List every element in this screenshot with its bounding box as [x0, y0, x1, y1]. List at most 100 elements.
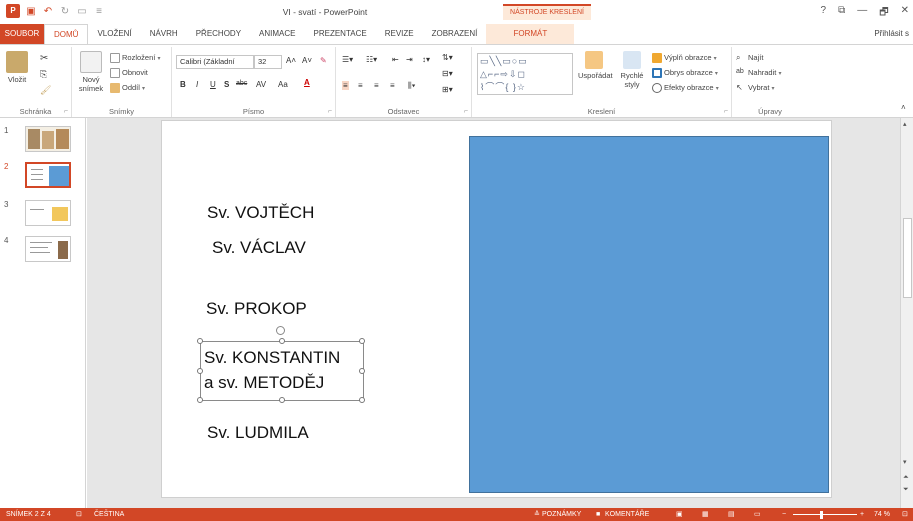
- decrease-indent-icon[interactable]: ⇤: [392, 55, 399, 64]
- zoom-level[interactable]: 74 %: [874, 508, 890, 521]
- reset-button[interactable]: Obnovit: [110, 68, 148, 79]
- drawing-launcher-icon[interactable]: ⌐: [724, 108, 728, 115]
- zoom-in-icon[interactable]: +: [860, 508, 864, 521]
- shape-outline-button[interactable]: Obrys obrazce ▾: [652, 68, 718, 79]
- align-left-icon[interactable]: ≡: [342, 81, 349, 90]
- quick-styles-button[interactable]: Rychlé styly: [618, 51, 646, 89]
- slide-sorter-icon[interactable]: ▦: [702, 508, 709, 521]
- comments-button[interactable]: KOMENTÁŘE: [605, 508, 649, 521]
- grow-font-icon[interactable]: A˄: [286, 56, 296, 65]
- slide-2[interactable]: Sv. VOJTĚCH Sv. VÁCLAV Sv. PROKOP Sv. KO…: [161, 120, 832, 498]
- tab-slideshow[interactable]: PREZENTACE: [305, 24, 376, 44]
- tab-home[interactable]: DOMŮ: [44, 24, 89, 44]
- font-launcher-icon[interactable]: ⌐: [328, 108, 332, 115]
- arrange-button[interactable]: Uspořádat: [578, 51, 613, 80]
- zoom-slider[interactable]: [793, 514, 857, 515]
- language-indicator[interactable]: ČEŠTINA: [94, 508, 124, 521]
- font-color-icon[interactable]: A: [304, 78, 310, 87]
- italic-button[interactable]: I: [196, 80, 198, 89]
- text-vojtech[interactable]: Sv. VOJTĚCH: [207, 203, 314, 223]
- shapes-gallery[interactable]: ▭╲╲▭○▭ △⌐⌐⇨⇩◻ ⌇⌒⌒{ }☆: [477, 53, 573, 95]
- justify-icon[interactable]: ≡: [390, 81, 395, 90]
- vertical-scrollbar[interactable]: ▴ ▾ ⏶ ⏷: [900, 118, 913, 508]
- blue-rectangle-shape[interactable]: [469, 136, 829, 493]
- line-spacing-icon[interactable]: ↕▾: [422, 55, 430, 64]
- next-slide-icon[interactable]: ⏷: [903, 486, 909, 494]
- scroll-thumb[interactable]: [903, 218, 912, 298]
- resize-handle[interactable]: [359, 368, 365, 374]
- paragraph-launcher-icon[interactable]: ⌐: [464, 108, 468, 115]
- spellcheck-icon[interactable]: ⊡: [76, 508, 82, 521]
- align-center-icon[interactable]: ≡: [358, 81, 363, 90]
- slide-thumbnail-4[interactable]: [25, 236, 71, 262]
- font-name-select[interactable]: Calibri (Základní: [176, 55, 254, 69]
- tab-view[interactable]: ZOBRAZENÍ: [423, 24, 487, 44]
- slide-thumbnail-3[interactable]: [25, 200, 71, 226]
- text-vaclav[interactable]: Sv. VÁCLAV: [212, 238, 306, 258]
- copy-icon[interactable]: ⎘: [40, 69, 47, 80]
- help-icon[interactable]: ?: [821, 5, 827, 22]
- format-painter-icon[interactable]: 🖌: [40, 85, 51, 96]
- text-prokop[interactable]: Sv. PROKOP: [206, 299, 307, 319]
- text-direction-icon[interactable]: ⇅▾: [442, 53, 453, 62]
- zoom-slider-knob[interactable]: [820, 511, 823, 519]
- resize-handle[interactable]: [359, 338, 365, 344]
- zoom-out-icon[interactable]: −: [782, 508, 786, 521]
- resize-handle[interactable]: [359, 397, 365, 403]
- clear-format-icon[interactable]: ✎: [320, 56, 327, 65]
- smartart-icon[interactable]: ⊞▾: [442, 85, 453, 94]
- resize-handle[interactable]: [279, 397, 285, 403]
- new-slide-button[interactable]: Nový snímek: [76, 51, 106, 93]
- align-text-icon[interactable]: ⊟▾: [442, 69, 453, 78]
- scroll-down-icon[interactable]: ▾: [903, 458, 907, 466]
- shape-fill-button[interactable]: Výplň obrazce ▾: [652, 53, 717, 64]
- resize-handle[interactable]: [197, 338, 203, 344]
- tab-design[interactable]: NÁVRH: [141, 24, 187, 44]
- fit-to-window-icon[interactable]: ⊡: [902, 508, 908, 521]
- paste-button[interactable]: Vložit: [6, 51, 28, 84]
- minimize-icon[interactable]: —: [857, 5, 867, 22]
- numbering-icon[interactable]: ☷▾: [366, 55, 377, 64]
- underline-button[interactable]: U: [210, 80, 216, 89]
- slide-thumbnail-2[interactable]: [25, 162, 71, 188]
- resize-handle[interactable]: [197, 397, 203, 403]
- resize-handle[interactable]: [197, 368, 203, 374]
- resize-handle[interactable]: [279, 338, 285, 344]
- section-button[interactable]: Oddíl ▾: [110, 83, 145, 94]
- strikethrough-button[interactable]: abc: [236, 80, 247, 87]
- slideshow-view-icon[interactable]: ▭: [754, 508, 761, 521]
- normal-view-icon[interactable]: ▣: [676, 508, 683, 521]
- char-spacing-button[interactable]: AV: [256, 80, 266, 89]
- layout-button[interactable]: Rozložení ▾: [110, 53, 160, 64]
- bullets-icon[interactable]: ☰▾: [342, 55, 353, 64]
- change-case-button[interactable]: Aa: [278, 80, 288, 89]
- bold-button[interactable]: B: [180, 80, 186, 89]
- select-button[interactable]: ↖ Vybrat ▾: [736, 83, 775, 93]
- sign-in-link[interactable]: Přihlásit s: [874, 24, 909, 44]
- tab-transitions[interactable]: PŘECHODY: [187, 24, 250, 44]
- tab-insert[interactable]: VLOŽENÍ: [88, 24, 140, 44]
- columns-icon[interactable]: ⫼▾: [408, 81, 416, 91]
- tab-animations[interactable]: ANIMACE: [250, 24, 304, 44]
- notes-button[interactable]: POZNÁMKY: [542, 508, 581, 521]
- restore-icon[interactable]: 🗗: [879, 5, 888, 22]
- clipboard-launcher-icon[interactable]: ⌐: [64, 108, 68, 115]
- rotate-handle-icon[interactable]: [276, 326, 285, 335]
- shadow-button[interactable]: S: [224, 80, 229, 89]
- reading-view-icon[interactable]: ▤: [728, 508, 735, 521]
- tab-review[interactable]: REVIZE: [376, 24, 423, 44]
- collapse-ribbon-icon[interactable]: ˄: [901, 103, 906, 112]
- scroll-up-icon[interactable]: ▴: [903, 120, 907, 128]
- shrink-font-icon[interactable]: A˅: [302, 56, 312, 65]
- tab-format[interactable]: FORMÁT: [486, 24, 575, 44]
- ribbon-display-icon[interactable]: ⧉: [838, 5, 845, 22]
- close-icon[interactable]: ✕: [901, 5, 909, 22]
- replace-button[interactable]: ab Nahradit ▾: [736, 68, 781, 78]
- align-right-icon[interactable]: ≡: [374, 81, 379, 90]
- font-size-select[interactable]: 32: [254, 55, 282, 69]
- previous-slide-icon[interactable]: ⏶: [903, 474, 909, 482]
- text-ludmila[interactable]: Sv. LUDMILA: [207, 423, 309, 443]
- tab-file[interactable]: SOUBOR: [0, 24, 44, 44]
- selected-textbox[interactable]: Sv. KONSTANTIN a sv. METODĚJ: [197, 338, 365, 403]
- increase-indent-icon[interactable]: ⇥: [406, 55, 413, 64]
